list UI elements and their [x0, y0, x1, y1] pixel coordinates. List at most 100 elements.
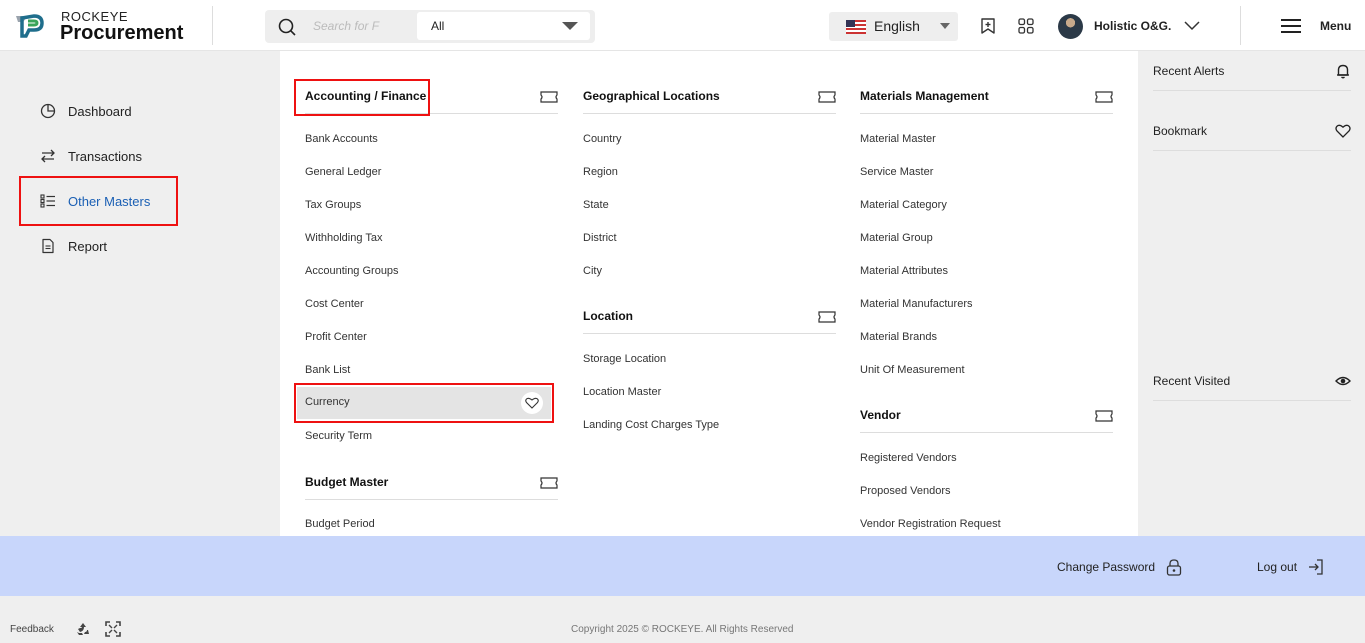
ticket-icon[interactable]	[1095, 409, 1113, 423]
lock-icon	[1166, 559, 1182, 576]
account-action-bar: Change Password Log out	[0, 536, 1365, 596]
menu-link-country[interactable]: Country	[583, 133, 622, 145]
sidebar-item-label: Transactions	[68, 148, 142, 164]
section-header-accounting-finance: Accounting / Finance	[305, 78, 558, 114]
feedback-link[interactable]: Feedback	[10, 624, 54, 635]
bell-icon	[1337, 64, 1349, 79]
ticket-icon[interactable]	[540, 90, 558, 104]
log-out-label: Log out	[1257, 560, 1298, 574]
language-select[interactable]: English	[829, 12, 958, 41]
menu-label[interactable]: Menu	[1320, 19, 1351, 33]
menu-link-security-term[interactable]: Security Term	[305, 430, 372, 442]
menu-link-material-brands[interactable]: Material Brands	[860, 331, 937, 343]
logout-icon	[1309, 559, 1323, 575]
right-panel: Recent Alerts Bookmark Recent Visited	[1138, 51, 1365, 519]
menu-link-material-category[interactable]: Material Category	[860, 199, 947, 211]
menu-link-profit-center[interactable]: Profit Center	[305, 331, 367, 343]
recent-alerts-row[interactable]: Recent Alerts	[1153, 51, 1351, 91]
search-scope-value: All	[431, 19, 445, 33]
section-header-materials-management: Materials Management	[860, 78, 1113, 114]
fullscreen-icon[interactable]	[105, 621, 121, 637]
menu-link-withholding-tax[interactable]: Withholding Tax	[305, 232, 382, 244]
log-out-button[interactable]: Log out	[1257, 558, 1325, 576]
sidebar-item-dashboard[interactable]: Dashboard	[40, 100, 132, 122]
pie-chart-icon	[40, 103, 56, 119]
us-flag-icon	[846, 20, 866, 34]
section-header-budget-master: Budget Master	[305, 464, 558, 500]
sidebar-item-label: Other Masters	[68, 193, 151, 209]
hamburger-menu-icon[interactable]	[1281, 18, 1301, 34]
menu-link-material-attributes[interactable]: Material Attributes	[860, 265, 948, 277]
sidebar-item-report[interactable]: Report	[40, 235, 107, 257]
menu-link-city[interactable]: City	[583, 265, 602, 277]
user-name[interactable]: Holistic O&G.	[1094, 19, 1171, 33]
menu-link-bank-list[interactable]: Bank List	[305, 364, 350, 376]
menu-link-unit-of-measurement[interactable]: Unit Of Measurement	[860, 364, 965, 376]
apps-grid-icon[interactable]	[1017, 17, 1035, 35]
menu-link-proposed-vendors[interactable]: Proposed Vendors	[860, 485, 951, 497]
section-title: Materials Management	[860, 89, 989, 103]
menu-link-accounting-groups[interactable]: Accounting Groups	[305, 265, 399, 277]
recycle-icon[interactable]	[75, 621, 91, 637]
list-icon	[40, 194, 55, 208]
search-scope-select[interactable]: All	[417, 12, 590, 40]
menu-link-district[interactable]: District	[583, 232, 617, 244]
menu-link-registered-vendors[interactable]: Registered Vendors	[860, 452, 957, 464]
section-header-geographical-locations: Geographical Locations	[583, 78, 836, 114]
menu-link-material-group[interactable]: Material Group	[860, 232, 933, 244]
menu-link-vendor-registration-request[interactable]: Vendor Registration Request	[860, 518, 1001, 530]
sidebar-item-other-masters[interactable]: Other Masters	[40, 190, 150, 212]
search-icon[interactable]	[278, 18, 296, 36]
menu-link-tax-groups[interactable]: Tax Groups	[305, 199, 361, 211]
heart-icon	[525, 397, 539, 409]
menu-link-budget-period[interactable]: Budget Period	[305, 518, 375, 530]
add-bookmark-icon[interactable]	[979, 17, 997, 35]
brand-main-text: Procurement	[60, 22, 184, 44]
chevron-down-icon[interactable]	[1183, 18, 1201, 32]
sidebar-item-label: Report	[68, 238, 108, 254]
search-input[interactable]	[313, 17, 383, 35]
menu-link-state[interactable]: State	[583, 199, 609, 211]
mega-menu-panel: Accounting / Finance Bank Accounts Gener…	[280, 51, 1138, 536]
recent-alerts-label: Recent Alerts	[1153, 64, 1225, 78]
menu-link-material-master[interactable]: Material Master	[860, 133, 936, 145]
menu-link-currency[interactable]: Currency	[297, 387, 551, 419]
menu-link-service-master[interactable]: Service Master	[860, 166, 933, 178]
global-search: All	[265, 10, 595, 43]
ticket-icon[interactable]	[1095, 90, 1113, 104]
change-password-label: Change Password	[1057, 560, 1156, 574]
header-divider	[212, 6, 213, 45]
menu-link-storage-location[interactable]: Storage Location	[583, 353, 666, 365]
menu-link-landing-cost-charges-type[interactable]: Landing Cost Charges Type	[583, 419, 719, 431]
ticket-icon[interactable]	[818, 310, 836, 324]
section-header-location: Location	[583, 298, 836, 334]
section-title: Vendor	[860, 408, 901, 422]
section-title: Accounting / Finance	[305, 89, 427, 103]
page-footer: Feedback Copyright 2025 © ROCKEYE. All R…	[0, 614, 1365, 643]
header-divider	[1240, 6, 1241, 45]
rockeye-logo-icon[interactable]	[14, 12, 46, 38]
menu-link-bank-accounts[interactable]: Bank Accounts	[305, 133, 378, 145]
user-avatar[interactable]	[1058, 14, 1083, 39]
eye-icon	[1335, 376, 1351, 386]
menu-link-region[interactable]: Region	[583, 166, 618, 178]
bookmark-heart-button[interactable]	[521, 392, 543, 414]
menu-link-general-ledger[interactable]: General Ledger	[305, 166, 381, 178]
copyright-text: Copyright 2025 © ROCKEYE. All Rights Res…	[571, 624, 794, 635]
language-label: English	[874, 18, 920, 34]
menu-link-location-master[interactable]: Location Master	[583, 386, 661, 398]
ticket-icon[interactable]	[818, 90, 836, 104]
ticket-icon[interactable]	[540, 476, 558, 490]
recent-visited-row[interactable]: Recent Visited	[1153, 361, 1351, 401]
change-password-button[interactable]: Change Password	[1057, 558, 1183, 576]
bookmark-row[interactable]: Bookmark	[1153, 111, 1351, 151]
swap-arrows-icon	[41, 149, 55, 163]
menu-link-material-manufacturers[interactable]: Material Manufacturers	[860, 298, 973, 310]
caret-down-icon	[940, 23, 950, 29]
menu-link-label: Currency	[305, 396, 350, 408]
chevron-down-icon	[562, 22, 578, 30]
menu-link-cost-center[interactable]: Cost Center	[305, 298, 364, 310]
sidebar-item-transactions[interactable]: Transactions	[40, 145, 142, 167]
section-title: Location	[583, 309, 633, 323]
sidebar-item-label: Dashboard	[68, 103, 132, 119]
